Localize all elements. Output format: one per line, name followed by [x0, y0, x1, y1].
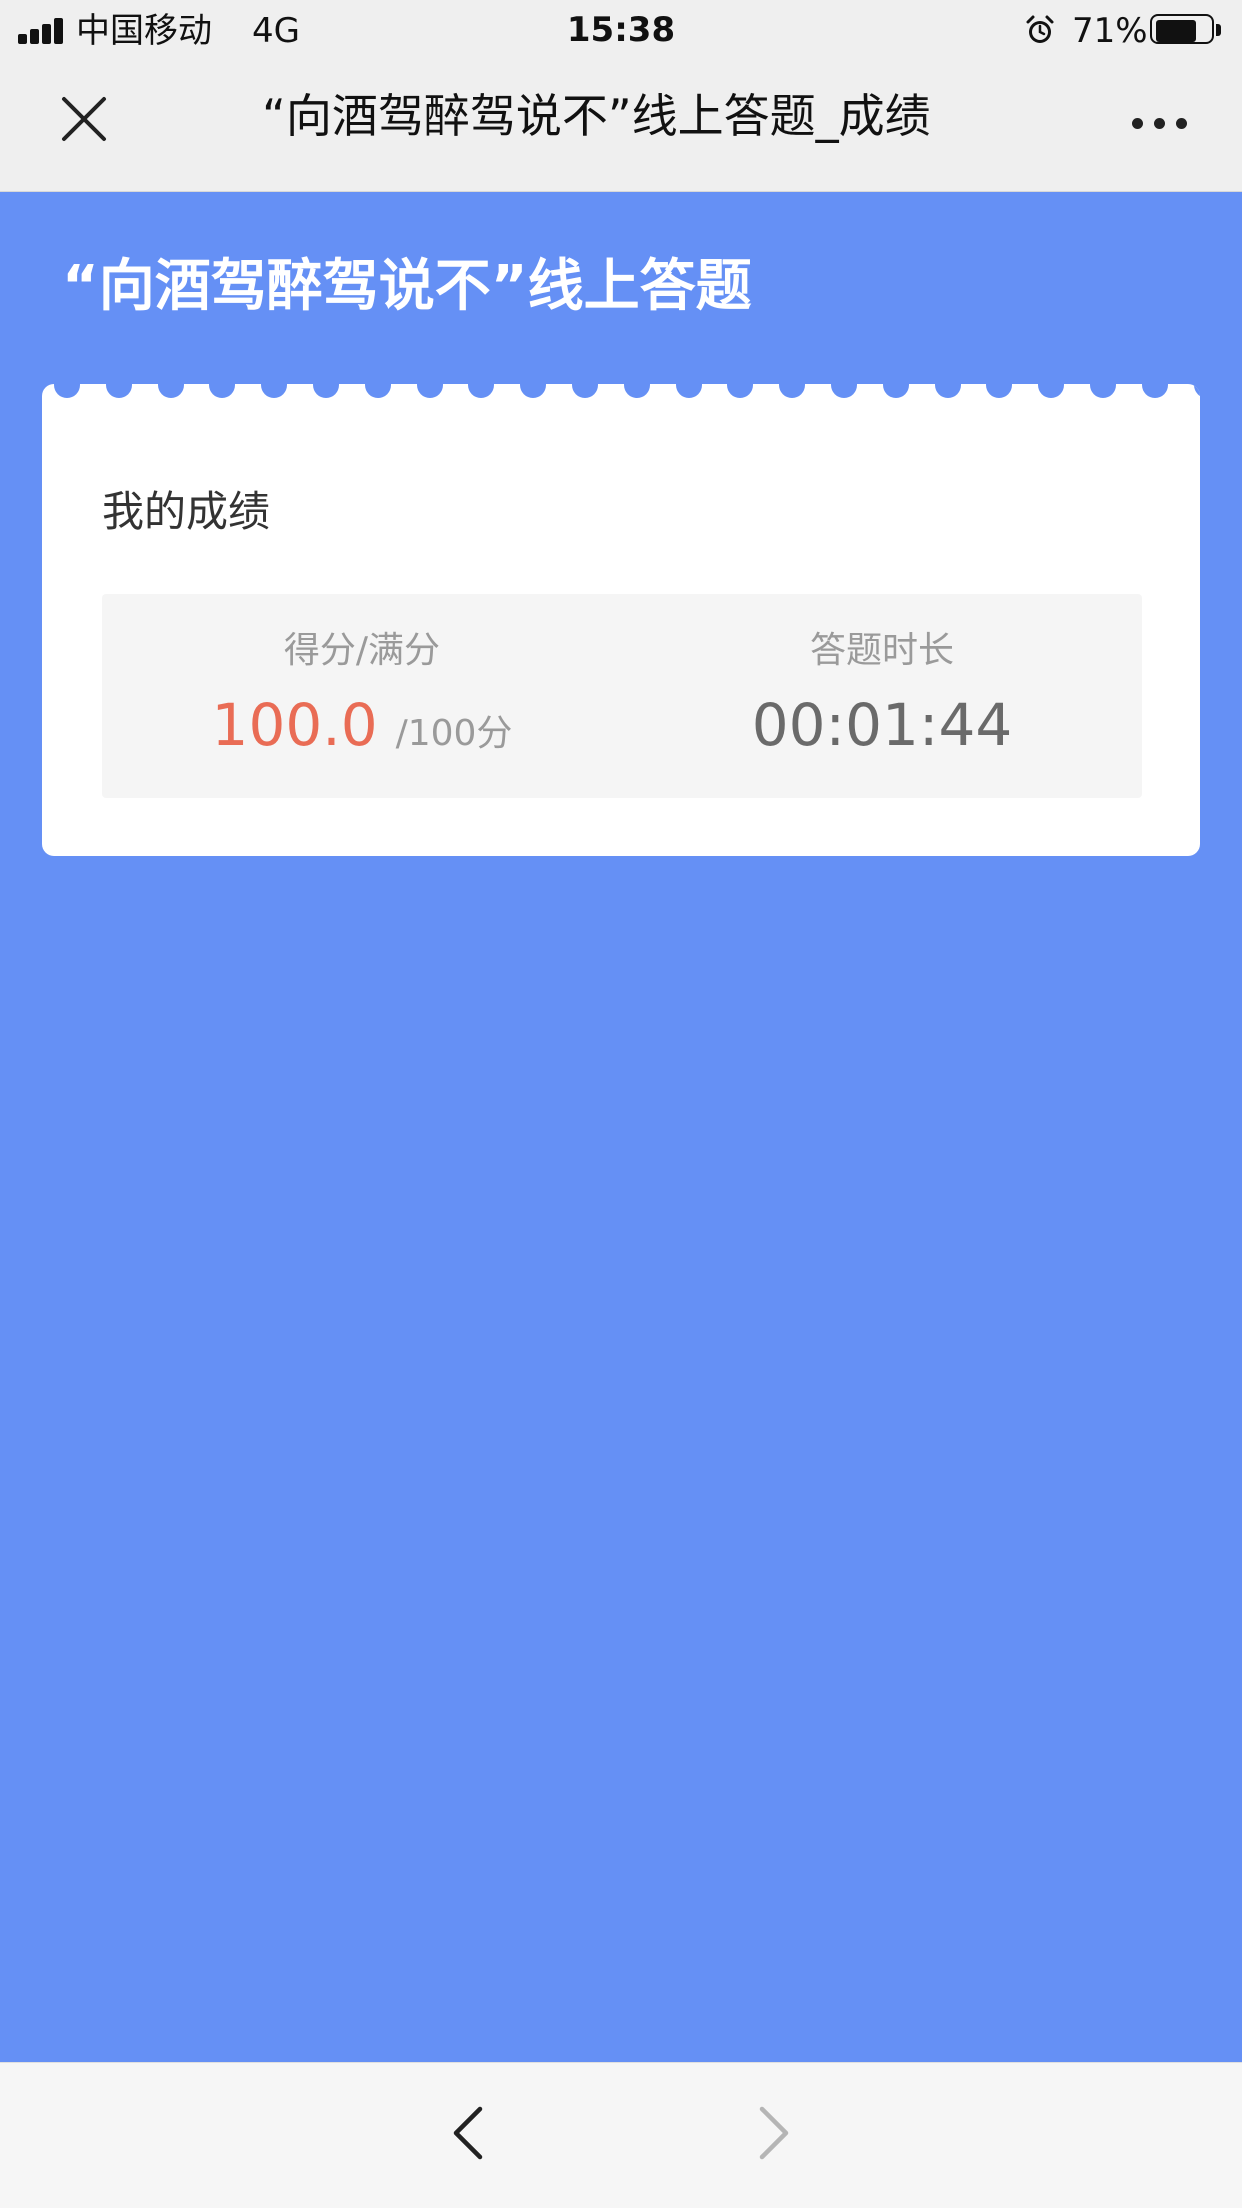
perforation-hole [313, 384, 339, 398]
perforation-hole [1038, 384, 1064, 398]
battery-percent: 71% [1072, 11, 1148, 51]
card-perforation [42, 384, 1200, 398]
more-icon-dot [1176, 118, 1187, 129]
perforation-hole [883, 384, 909, 398]
nav-bar: “向酒驾醉驾说不”线上答题_成绩 [0, 62, 1242, 192]
perforation-hole [54, 384, 80, 398]
perforation-hole [986, 384, 1012, 398]
browser-toolbar [0, 2062, 1242, 2208]
duration-label: 答题时长 [809, 630, 954, 671]
page-title: “向酒驾醉驾说不”线上答题 [62, 254, 752, 319]
score-label: 得分/满分 [283, 630, 441, 671]
perforation-hole [365, 384, 391, 398]
battery-icon [1150, 14, 1226, 48]
forward-button[interactable] [742, 2103, 802, 2163]
score-total: /100分 [395, 713, 513, 754]
more-icon-dot [1154, 118, 1165, 129]
close-icon [62, 97, 106, 141]
stats-box: 得分/满分 100.0/100分 答题时长 00:01:44 [102, 594, 1142, 798]
perforation-hole [1142, 384, 1168, 398]
score-stat: 得分/满分 100.0/100分 [102, 594, 622, 798]
result-card: 我的成绩 得分/满分 100.0/100分 答题时长 00:01:44 [42, 384, 1200, 856]
perforation-hole [261, 384, 287, 398]
duration-value: 00:01:44 [751, 691, 1013, 759]
more-icon [1132, 118, 1143, 129]
perforation-hole [727, 384, 753, 398]
battery-cap [1216, 24, 1221, 36]
chevron-right-icon [759, 2106, 789, 2160]
perforation-hole [935, 384, 961, 398]
close-button[interactable] [40, 95, 130, 185]
perforation-hole [106, 384, 132, 398]
perforation-hole [624, 384, 650, 398]
alarm-icon [1024, 14, 1056, 46]
perforation-hole [158, 384, 184, 398]
more-button[interactable] [1120, 110, 1200, 140]
nav-title: “向酒驾醉驾说不”线上答题_成绩 [262, 89, 931, 143]
chevron-left-icon [453, 2106, 483, 2160]
perforation-hole [676, 384, 702, 398]
battery-body [1150, 14, 1214, 44]
perforation-hole [417, 384, 443, 398]
score-row: 100.0/100分 [102, 690, 622, 775]
battery-fill [1156, 20, 1196, 42]
score-value: 100.0 [211, 691, 378, 759]
back-button[interactable] [440, 2103, 500, 2163]
duration-stat: 答题时长 00:01:44 [622, 594, 1142, 798]
perforation-hole [1194, 384, 1200, 398]
result-heading: 我的成绩 [102, 487, 271, 536]
duration-row: 00:01:44 [622, 690, 1142, 775]
perforation-hole [1090, 384, 1116, 398]
perforation-hole [572, 384, 598, 398]
perforation-hole [520, 384, 546, 398]
perforation-hole [831, 384, 857, 398]
perforation-hole [209, 384, 235, 398]
status-bar: 中国移动 4G 15:38 71% [0, 0, 1242, 62]
perforation-hole [779, 384, 805, 398]
perforation-hole [468, 384, 494, 398]
